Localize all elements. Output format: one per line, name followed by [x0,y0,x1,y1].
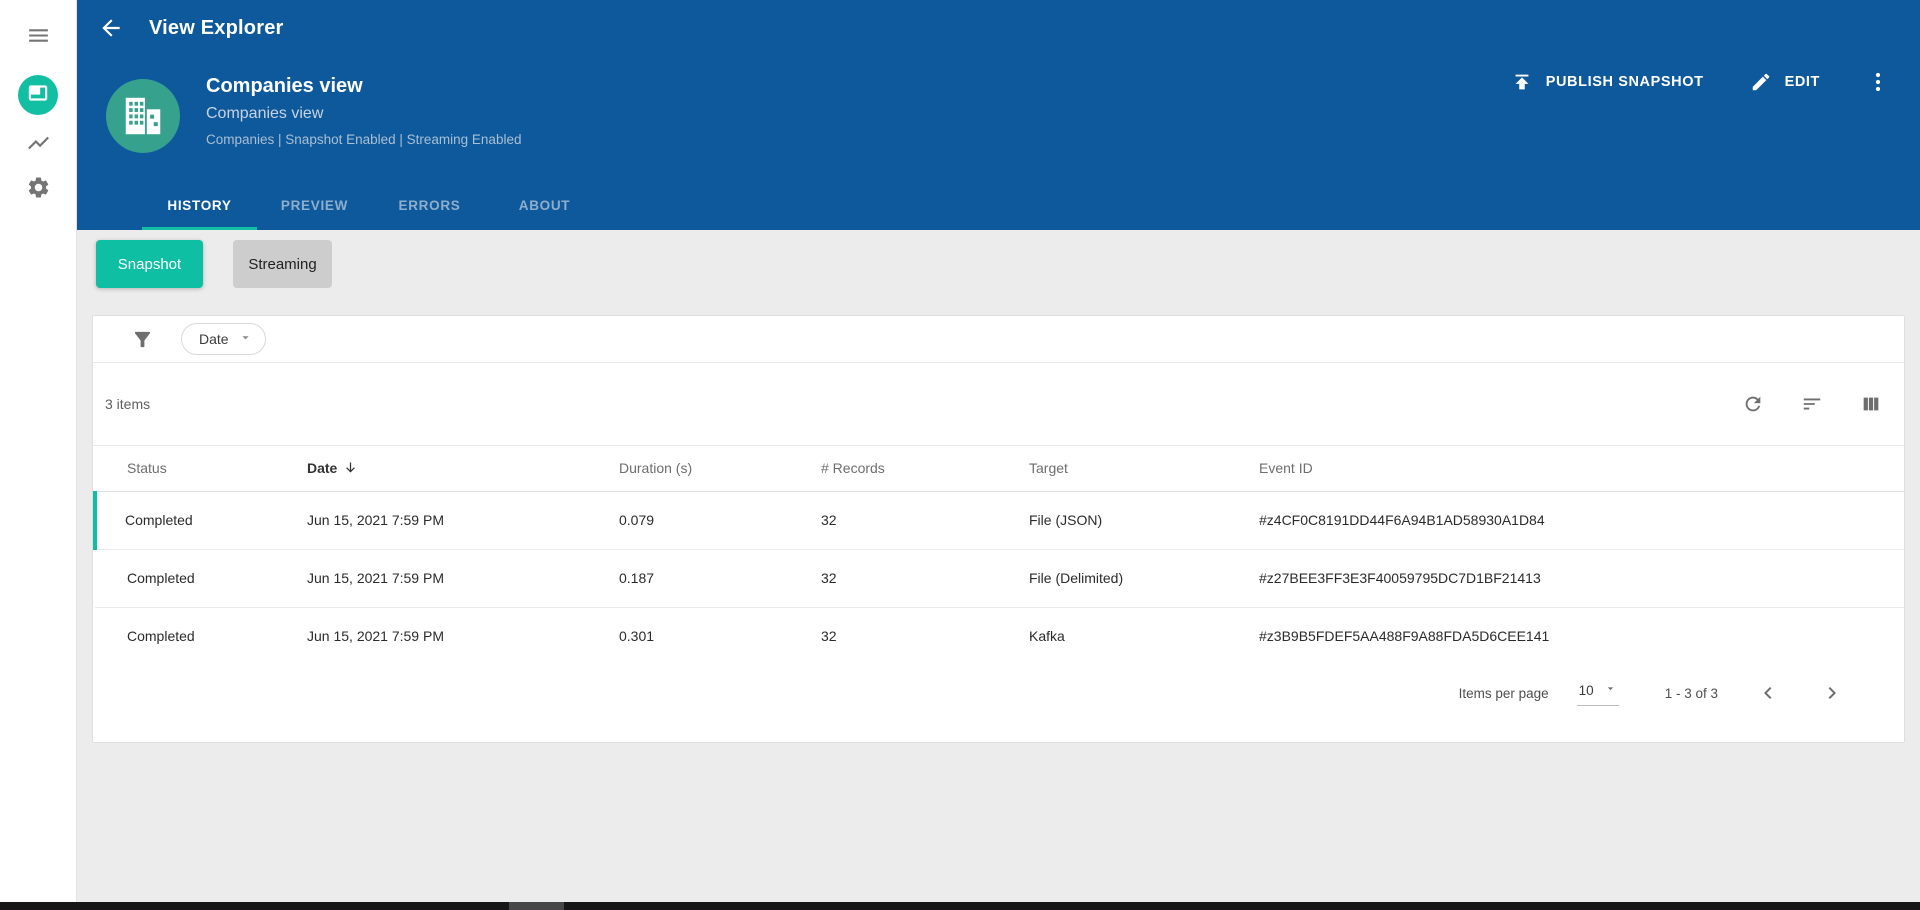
view-explorer-window: View Explorer Companies view Companies v… [0,0,1920,910]
cell-date: Jun 15, 2021 7:59 PM [307,549,619,608]
cell-records: 32 [821,628,837,645]
app-header: View Explorer Companies view Companies v… [77,0,1920,230]
cell-event-id: #z3B9B5FDEF5AA488F9A88FDA5D6CEE141 [1259,628,1550,645]
view-meta-tags: Companies | Snapshot Enabled | Streaming… [206,132,522,147]
column-header-target[interactable]: Target [1029,446,1259,492]
next-page-icon[interactable] [1820,681,1844,705]
cell-duration: 0.079 [619,491,821,550]
publish-snapshot-button[interactable]: PUBLISH SNAPSHOT [1511,71,1704,93]
edit-button[interactable]: EDIT [1750,71,1820,93]
pagination-bar: Items per page 10 1 - 3 of 3 [93,669,1904,717]
tab-about[interactable]: ABOUT [487,182,602,230]
list-toolbar: 3 items [93,363,1904,446]
cell-target: Kafka [1029,628,1065,645]
items-per-page-label: Items per page [1458,685,1549,701]
sidebar-views-item[interactable] [18,75,58,115]
cell-duration: 0.187 [619,549,821,608]
main-area: View Explorer Companies view Companies v… [77,0,1920,910]
page-title: View Explorer [149,16,284,39]
table-row[interactable]: Completed Jun 15, 2021 7:59 PM 0.187 32 … [95,549,1904,608]
settings-gear-icon[interactable] [26,175,51,200]
scrollbar-thumb[interactable] [509,902,564,910]
column-header-status[interactable]: Status [95,446,307,492]
table-header-row: Status Date Duration (s) # Records Targe… [95,446,1904,492]
tab-preview[interactable]: PREVIEW [257,182,372,230]
table-row[interactable]: Completed Jun 15, 2021 7:59 PM 0.079 32 … [93,491,1904,550]
back-arrow-icon[interactable] [98,15,124,41]
cell-date: Jun 15, 2021 7:59 PM [307,491,619,550]
view-card-icon [25,80,51,111]
menu-hamburger-icon[interactable] [26,23,51,48]
column-header-date[interactable]: Date [307,446,619,492]
streaming-toggle-button[interactable]: Streaming [233,240,332,288]
bottom-scrollbar[interactable] [0,902,1920,910]
sort-icon[interactable] [1801,393,1823,415]
sidebar [0,0,77,910]
edit-pencil-icon [1750,71,1772,93]
view-profile: Companies view Companies view Companies … [106,75,522,153]
header-actions: PUBLISH SNAPSHOT EDIT [1511,70,1890,94]
filter-bar: Date [93,316,1904,363]
cell-date: Jun 15, 2021 7:59 PM [307,628,444,645]
tab-errors[interactable]: ERRORS [372,182,487,230]
cell-event-id: #z4CF0C8191DD44F6A94B1AD58930A1D84 [1259,491,1904,550]
filter-funnel-icon[interactable] [131,328,154,351]
previous-page-icon[interactable] [1756,681,1780,705]
table-row[interactable]: Completed Jun 15, 2021 7:59 PM 0.301 32 … [95,607,1904,665]
cell-target: File (Delimited) [1029,549,1259,608]
chevron-down-icon [238,330,253,348]
sort-descending-arrow-icon [337,460,358,476]
history-content: Snapshot Streaming Date 3 items Status D… [77,230,1920,910]
tab-history[interactable]: HISTORY [142,182,257,230]
cell-target: File (JSON) [1029,491,1259,550]
snapshot-toggle-button[interactable]: Snapshot [96,240,203,288]
view-subtitle: Companies view [206,105,324,122]
cell-records: 32 [821,491,1029,550]
date-filter-chip[interactable]: Date [181,323,266,355]
cell-duration: 0.301 [619,628,655,645]
cell-records: 32 [821,549,1029,608]
tab-bar: HISTORY PREVIEW ERRORS ABOUT [142,182,602,230]
columns-icon[interactable] [1860,393,1882,415]
cell-status: Completed [93,491,307,550]
column-header-event-id[interactable]: Event ID [1259,446,1904,492]
column-header-duration[interactable]: Duration (s) [619,446,821,492]
cell-status: Completed [127,628,195,645]
history-table: Status Date Duration (s) # Records Targe… [93,446,1904,665]
cell-event-id: #z27BEE3FF3E3F40059795DC7D1BF21413 [1259,549,1904,608]
refresh-icon[interactable] [1742,393,1764,415]
company-building-icon [106,79,180,153]
more-options-icon[interactable] [1866,70,1890,94]
page-range-label: 1 - 3 of 3 [1664,685,1718,701]
cell-status: Completed [95,549,307,608]
history-card: Date 3 items Status Date Duration (s) # … [92,315,1905,743]
activity-chart-icon[interactable] [26,130,51,155]
publish-upload-icon [1511,71,1533,93]
mode-toggle-group: Snapshot Streaming [96,240,1905,288]
view-title: Companies view [206,75,363,97]
page-size-select[interactable]: 10 [1576,680,1619,706]
items-count: 3 items [105,396,151,412]
column-header-records[interactable]: # Records [821,446,1029,492]
select-caret-icon [1604,682,1617,698]
